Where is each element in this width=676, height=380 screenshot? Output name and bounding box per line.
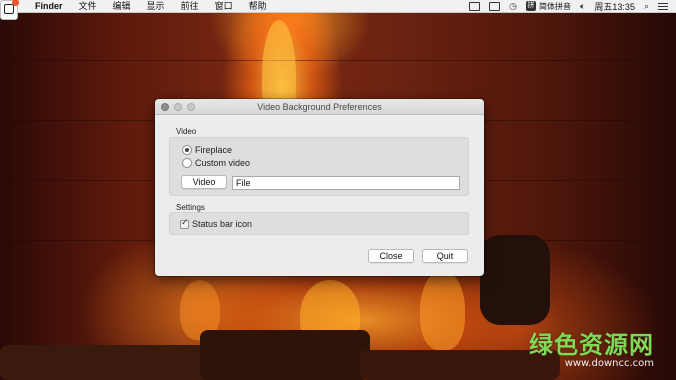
status-bar-icon-label: Status bar icon: [192, 219, 253, 229]
status-bar-icon-checkbox[interactable]: [180, 218, 189, 229]
radio-fireplace-label: Fireplace: [195, 145, 233, 155]
watermark: 绿色资源网 www.downcc.com: [529, 332, 654, 370]
status-bar-icon-option[interactable]: Status bar icon: [180, 218, 253, 229]
zoom-window-icon[interactable]: [187, 103, 195, 111]
clock[interactable]: 周五13:35: [594, 0, 635, 13]
menu-app-name[interactable]: Finder: [35, 0, 71, 13]
settings-section-label: Settings: [176, 203, 205, 212]
radio-fireplace[interactable]: Fireplace: [182, 145, 232, 155]
radio-custom-video[interactable]: Custom video: [182, 158, 250, 168]
preferences-window: Video Background Preferences Video Firep…: [155, 99, 484, 276]
airplay-icon[interactable]: [469, 1, 481, 11]
ime-indicator[interactable]: 拼 简体拼音: [526, 1, 571, 12]
radio-custom-video-indicator[interactable]: [182, 158, 192, 168]
video-file-field[interactable]: File: [232, 176, 460, 190]
choose-video-button[interactable]: Video: [181, 175, 227, 189]
time-machine-icon[interactable]: ◷: [509, 0, 517, 13]
menu-edit[interactable]: 编辑: [105, 0, 139, 13]
window-title: Video Background Preferences: [257, 102, 382, 112]
menu-go[interactable]: 前往: [173, 0, 207, 13]
quit-button[interactable]: Quit: [422, 249, 468, 263]
ime-icon: 拼: [526, 1, 537, 11]
menu-view[interactable]: 显示: [139, 0, 173, 13]
radio-fireplace-indicator[interactable]: [182, 145, 192, 155]
window-titlebar[interactable]: Video Background Preferences: [155, 99, 484, 115]
close-window-icon[interactable]: [161, 103, 169, 111]
video-group: Fireplace Custom video Video File: [169, 137, 469, 196]
radio-custom-video-label: Custom video: [195, 158, 251, 168]
video-section-label: Video: [176, 127, 197, 136]
volume-icon[interactable]: 🔈︎: [580, 0, 585, 13]
menu-file[interactable]: 文件: [71, 0, 105, 13]
app-logo-icon: [0, 0, 19, 20]
settings-group: Status bar icon: [169, 212, 469, 235]
menu-bar: Finder 文件 编辑 显示 前往 窗口 帮助 ◷ 拼 简体拼音 🔈︎ 周五1…: [0, 0, 676, 13]
menu-window[interactable]: 窗口: [207, 0, 241, 13]
display-icon[interactable]: [489, 1, 501, 11]
minimize-window-icon[interactable]: [174, 103, 182, 111]
watermark-title: 绿色资源网: [529, 331, 654, 359]
watermark-url: www.downcc.com: [564, 358, 654, 369]
list-icon[interactable]: [658, 2, 668, 10]
input-method-label: 简体拼音: [539, 1, 572, 11]
search-icon[interactable]: ⌕: [644, 0, 649, 13]
close-button[interactable]: Close: [368, 249, 414, 263]
menu-help[interactable]: 帮助: [241, 0, 275, 13]
